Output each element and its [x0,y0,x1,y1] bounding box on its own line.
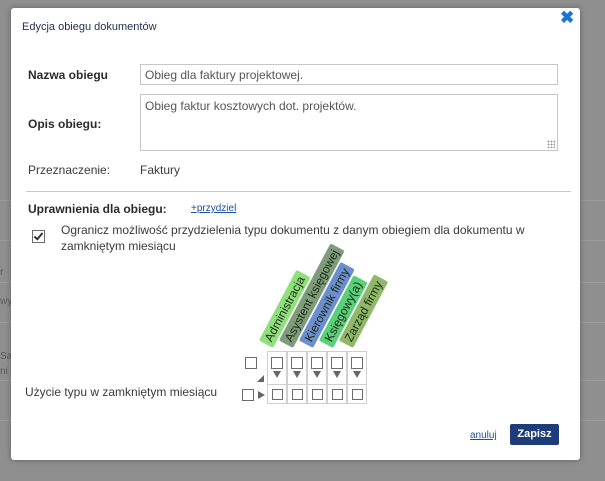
permissions-label: Uprawnienia dla obiegu: [28,202,167,216]
edit-workflow-dialog: Edycja obiegu dokumentów ✖ Nazwa obiegu … [11,8,580,460]
bg-text: ni [0,366,8,377]
description-text: Obieg faktur kosztowych dot. projektów. [145,99,357,113]
dialog-title: Edycja obiegu dokumentów [22,21,157,33]
permission-checkbox[interactable] [332,389,343,400]
bg-text: r [0,267,4,278]
grid-header-cell [327,351,347,385]
select-all-checkbox[interactable] [245,357,257,369]
permission-checkbox[interactable] [312,389,323,400]
section-divider [26,191,571,192]
grid-cell [347,384,367,404]
permission-checkbox[interactable] [292,389,303,400]
grid-cell [327,384,347,404]
restrict-description: Ogranicz możliwość przydzielenia typu do… [61,223,525,253]
permission-checkbox[interactable] [352,389,363,400]
name-label: Nazwa obiegu [28,68,109,82]
cancel-button[interactable]: anuluj [470,430,497,441]
row-label: Użycie typu w zamkniętym miesiącu [25,385,218,399]
resize-grip-icon[interactable] [547,140,555,148]
purpose-value: Faktury [140,163,181,177]
name-input[interactable] [140,64,558,85]
description-textarea[interactable]: Obieg faktur kosztowych dot. projektów. [140,94,558,151]
grid-header-cell [347,351,367,385]
row-checkbox[interactable] [242,389,254,401]
assign-link[interactable]: +przydziel [191,203,236,214]
grid-header-cell [307,351,327,385]
grid-cell [267,384,287,404]
restrict-checkbox[interactable] [32,230,45,243]
diagonal-arrow-icon [257,375,264,382]
purpose-label: Przeznaczenie: [28,163,111,177]
grid-cell [307,384,327,404]
grid-cell [287,384,307,404]
grid-header-cell [267,351,287,385]
grid-header-cell [287,351,307,385]
description-label: Opis obiegu: [28,117,102,131]
save-button[interactable]: Zapisz [510,424,559,445]
permission-checkbox[interactable] [272,389,283,400]
arrow-right-icon [258,391,265,399]
close-icon[interactable]: ✖ [560,9,574,26]
